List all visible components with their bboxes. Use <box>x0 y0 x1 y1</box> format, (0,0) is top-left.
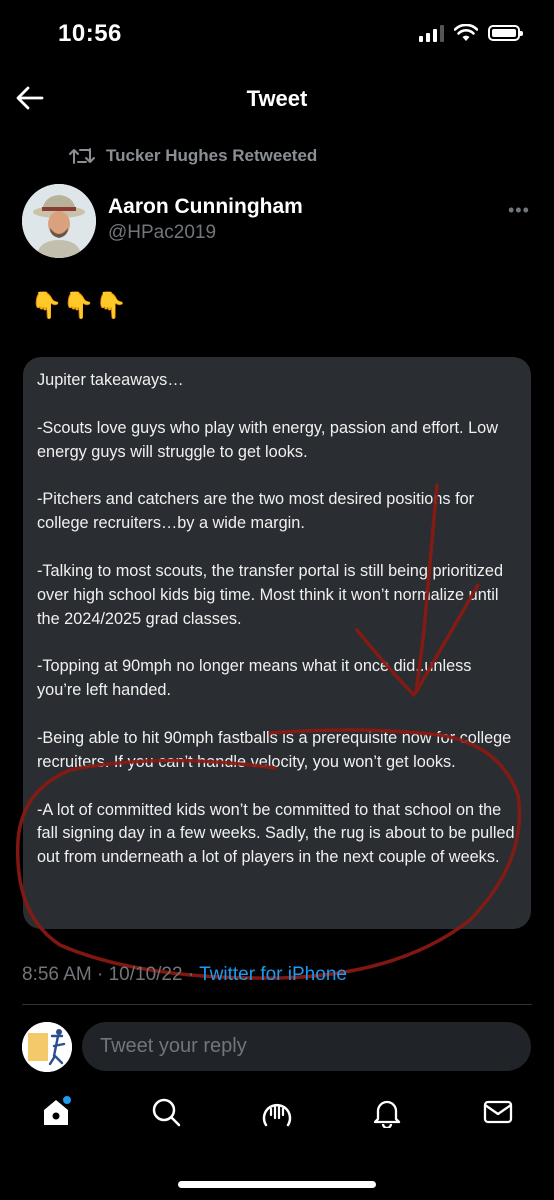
notifications-icon[interactable] <box>367 1092 407 1132</box>
card-paragraph: -Talking to most scouts, the transfer po… <box>37 561 504 628</box>
author-name[interactable]: Aaron Cunningham <box>108 195 303 219</box>
card-paragraph: -Being able to hit 90mph fastballs is a … <box>37 728 512 771</box>
messages-icon[interactable] <box>478 1092 518 1132</box>
reply-placeholder: Tweet your reply <box>100 1035 247 1057</box>
card-paragraph: Jupiter takeaways… <box>37 371 184 389</box>
card-paragraph: -Pitchers and catchers are the two most … <box>37 490 475 533</box>
keep-baseball-logo <box>22 1022 72 1072</box>
card-paragraph: -A lot of committed kids won’t be commit… <box>37 800 515 867</box>
card-paragraph: -Topping at 90mph no longer means what i… <box>37 657 472 700</box>
battery-icon <box>488 25 523 41</box>
spaces-icon[interactable] <box>257 1092 297 1132</box>
tweet-image-card[interactable]: Jupiter takeaways… -Scouts love guys who… <box>23 357 531 929</box>
author-avatar[interactable] <box>22 184 96 258</box>
retweet-label: Tucker Hughes Retweeted <box>106 146 318 165</box>
bottom-nav <box>0 1092 554 1142</box>
home-icon[interactable] <box>36 1092 76 1132</box>
retweet-icon <box>69 148 95 164</box>
search-icon[interactable] <box>146 1092 186 1132</box>
reply-input[interactable]: Tweet your reply <box>82 1022 531 1071</box>
status-icons <box>419 24 523 42</box>
page-title: Tweet <box>246 86 308 111</box>
status-time: 10:56 <box>58 20 122 47</box>
tweet-meta: 8:56 AM · 10/10/22 · Twitter for iPhone <box>22 964 347 986</box>
divider <box>22 1004 532 1005</box>
retweet-context[interactable]: Tucker Hughes Retweeted <box>68 146 317 166</box>
card-paragraph: -Scouts love guys who play with energy, … <box>37 418 498 461</box>
home-indicator <box>178 1181 376 1188</box>
more-options-icon[interactable]: ••• <box>508 200 530 221</box>
tweet-timestamp: 8:56 AM · 10/10/22 · <box>22 964 200 985</box>
tweet-source-link[interactable]: Twitter for iPhone <box>199 964 347 985</box>
wifi-icon <box>454 24 478 41</box>
tweet-emoji-text: 👇👇👇 <box>30 290 128 320</box>
reply-avatar[interactable] <box>22 1022 72 1072</box>
avatar-photo <box>22 184 96 258</box>
author-handle[interactable]: @HPac2019 <box>108 222 216 244</box>
signal-icon <box>419 24 444 42</box>
